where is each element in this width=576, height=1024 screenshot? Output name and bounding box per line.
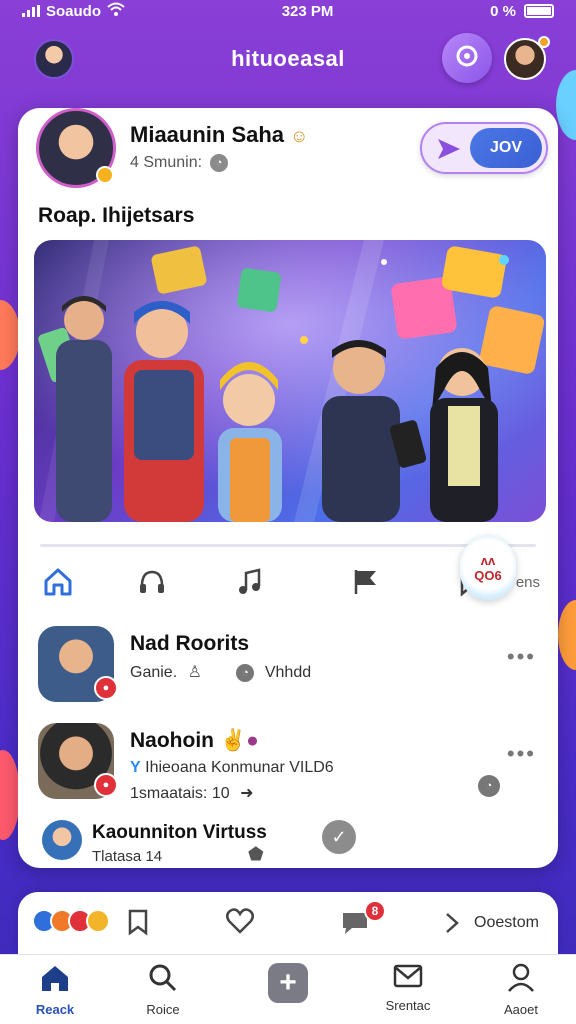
user-meta-text: 4 Smunin:: [130, 154, 203, 171]
post-stats: 1smaatais: 10 ➜: [130, 783, 253, 803]
headset-icon[interactable]: [136, 566, 168, 598]
post-game-label: Ganie.: [130, 664, 178, 681]
twitter-icon: Y: [130, 759, 141, 776]
list-item[interactable]: ● Naohoin ✌● Y Ihieoana Konmunar VILD6 1s…: [38, 723, 542, 803]
tab-add[interactable]: +: [243, 963, 333, 1021]
user-icon: ♙: [187, 664, 202, 681]
decor-bubble: [558, 600, 576, 670]
notification-dot: [538, 36, 550, 48]
home-icon: [39, 963, 71, 998]
send-icon[interactable]: [436, 137, 462, 166]
tab-label: Reack: [35, 1002, 75, 1017]
decor-bubble: [556, 70, 576, 140]
close-icon[interactable]: ✓: [322, 820, 356, 854]
post-desc: Ihieoana Konmunar VILD6: [145, 759, 334, 776]
post-thumbnail: [42, 820, 82, 860]
user-meta: 4 Smunin: ◔: [130, 154, 229, 172]
user-name-text: Miaaunin Saha: [130, 122, 285, 147]
more-options-icon[interactable]: •••: [507, 741, 536, 767]
clock: 323 PM: [281, 2, 334, 20]
hand-icon: ✌: [220, 729, 247, 752]
signal-icon: [22, 5, 40, 17]
tab-search[interactable]: Roice: [118, 963, 208, 1021]
carrier-label: Soaudo: [46, 2, 101, 20]
mail-icon: [393, 963, 423, 994]
decor-bubble: [0, 300, 20, 370]
person-icon: [507, 963, 535, 998]
search-button[interactable]: [442, 33, 492, 83]
more-options-icon[interactable]: •••: [507, 644, 536, 670]
account-avatar[interactable]: [34, 39, 74, 79]
home-icon[interactable]: [42, 566, 74, 598]
chevron-right-icon[interactable]: [444, 912, 460, 939]
shield-icon: ⬟: [248, 844, 264, 864]
flag-icon[interactable]: [350, 566, 382, 598]
smile-icon: ☺: [290, 126, 309, 146]
post-title-text: Naohoin: [130, 729, 214, 752]
search-icon: [454, 43, 480, 74]
user-name[interactable]: Miaaunin Saha ☺: [130, 122, 308, 148]
tab-account[interactable]: Aaoet: [476, 963, 566, 1021]
app-title: hituoeasal: [231, 46, 345, 71]
post-title: Kaounniton Virtuss: [92, 822, 267, 843]
tab-label: Roice: [146, 1002, 180, 1017]
live-badge-icon: ●: [94, 773, 118, 797]
clock-icon: ◔: [210, 154, 229, 172]
tab-label: Aaoet: [504, 1002, 538, 1017]
list-item[interactable]: ● Nad Roorits Ganie. ♙ ◔ Vhhdd •••: [38, 626, 542, 706]
bookmark-icon[interactable]: [126, 908, 150, 941]
join-pill: JOV: [420, 122, 548, 174]
bottom-tab-bar: Reack Roice + Srentac Aaoet: [0, 954, 576, 1024]
post-subtitle: Tlatasa 14: [92, 848, 163, 865]
list-item[interactable]: Kaounniton Virtuss Tlatasa 14 ⬟ ✓: [38, 818, 542, 868]
verified-badge-icon: [96, 166, 114, 184]
post-title: Nad Roorits: [130, 632, 250, 655]
tab-label: Srentac: [385, 998, 431, 1013]
tab-home[interactable]: Reack: [10, 963, 100, 1021]
tab-messages[interactable]: Srentac: [363, 963, 453, 1021]
post-subtitle: Ganie. ♙ ◔ Vhhdd: [130, 662, 311, 682]
emoji-icon: ●: [246, 729, 259, 752]
user-header: Miaaunin Saha ☺ 4 Smunin: ◔ JOV: [36, 108, 548, 203]
hero-banner-image[interactable]: [34, 240, 546, 522]
share-icon: ➜: [240, 785, 254, 802]
heart-icon[interactable]: [226, 908, 254, 939]
wifi-icon: [107, 2, 125, 20]
divider: [40, 544, 536, 547]
reactions-cluster[interactable]: [32, 909, 110, 933]
feed-card: Miaaunin Saha ☺ 4 Smunin: ◔ JOV Roap. Ihi…: [18, 108, 558, 868]
app-bar: hituoeasal: [18, 28, 558, 90]
post-stats-text: 1smaatais: 10: [130, 785, 230, 802]
sticker-line2: QO6: [474, 568, 502, 583]
music-icon[interactable]: [234, 566, 266, 598]
post-meta: Vhhdd: [264, 664, 312, 681]
clock-icon: ◔: [236, 663, 255, 682]
add-icon: +: [268, 963, 308, 1003]
post-title: Naohoin ✌●: [130, 729, 259, 753]
battery-icon: [524, 4, 554, 18]
live-badge-icon: ●: [94, 676, 118, 700]
battery-percent: 0 %: [490, 2, 516, 20]
promo-sticker[interactable]: ᴧᴧ QO6: [460, 536, 516, 600]
more-label[interactable]: ens: [516, 574, 540, 591]
decor-bubble: [0, 750, 20, 840]
bottom-card-label[interactable]: Ooestom: [474, 914, 539, 932]
notification-badge: 8: [364, 900, 386, 922]
clock-icon[interactable]: ◔: [478, 775, 500, 797]
bottom-action-card: 8 Ooestom: [18, 892, 558, 954]
post-subtitle: Y Ihieoana Konmunar VILD6: [130, 759, 334, 777]
status-bar: Soaudo 323 PM 0 %: [0, 0, 576, 22]
sticker-line1: ᴧᴧ: [480, 553, 496, 568]
join-button[interactable]: JOV: [470, 128, 542, 168]
section-title: Roap. Ihijetsars: [38, 204, 195, 227]
search-icon: [148, 963, 178, 998]
